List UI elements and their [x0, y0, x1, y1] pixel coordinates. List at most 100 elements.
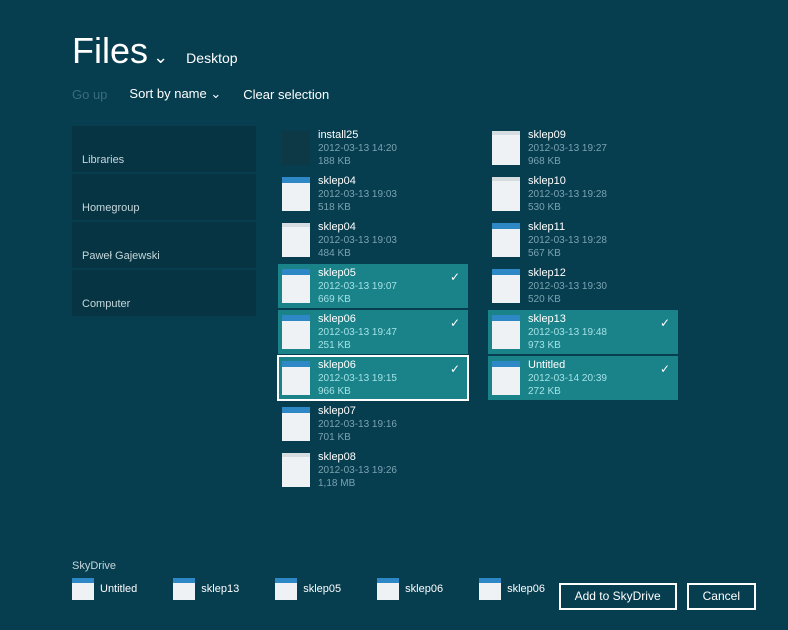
file-name: Untitled [100, 583, 137, 595]
footer: SkyDrive Untitled sklep13 sklep05 sklep06 sk… [0, 558, 788, 630]
header-title: Files [72, 30, 148, 71]
file-item[interactable]: install252012-03-13 14:20188 KB✓ [278, 126, 468, 170]
file-date: 2012-03-13 14:20 [318, 142, 397, 155]
file-name: sklep06 [507, 583, 545, 595]
check-icon: ✓ [450, 316, 460, 330]
footer-selected-item[interactable]: sklep06 [479, 578, 545, 600]
file-info: sklep052012-03-13 19:07669 KB [318, 266, 397, 306]
file-thumbnail [282, 315, 310, 349]
file-info: sklep062012-03-13 19:15966 KB [318, 358, 397, 398]
chevron-down-icon: ⌄ [153, 47, 168, 67]
file-name: Untitled [528, 358, 607, 372]
file-thumbnail [173, 578, 195, 600]
file-size: 968 KB [528, 155, 607, 168]
file-name: sklep11 [528, 220, 607, 234]
file-name: sklep13 [528, 312, 607, 326]
sort-label: Sort by name [129, 86, 206, 101]
file-info: sklep132012-03-13 19:48973 KB [528, 312, 607, 352]
file-item[interactable]: sklep092012-03-13 19:27968 KB✓ [488, 126, 678, 170]
file-item[interactable]: sklep112012-03-13 19:28567 KB✓ [488, 218, 678, 262]
file-name: sklep06 [405, 583, 443, 595]
file-thumbnail [282, 177, 310, 211]
file-size: 966 KB [318, 385, 397, 398]
file-column-2: sklep092012-03-13 19:27968 KB✓sklep10201… [488, 126, 678, 492]
sidebar-item[interactable]: Paweł Gajewski [72, 222, 256, 268]
file-grid: install252012-03-13 14:20188 KB✓sklep042… [278, 126, 678, 492]
file-item[interactable]: sklep042012-03-13 19:03484 KB✓ [278, 218, 468, 262]
file-size: 518 KB [318, 201, 397, 214]
files-dropdown[interactable]: Files ⌄ [72, 30, 168, 72]
go-up-button[interactable]: Go up [72, 87, 107, 102]
chevron-down-icon: ⌄ [210, 86, 221, 101]
file-item[interactable]: sklep042012-03-13 19:03518 KB✓ [278, 172, 468, 216]
clear-selection-button[interactable]: Clear selection [243, 87, 329, 102]
file-item[interactable]: sklep072012-03-13 19:16701 KB✓ [278, 402, 468, 446]
footer-selected-item[interactable]: sklep05 [275, 578, 341, 600]
file-date: 2012-03-13 19:16 [318, 418, 397, 431]
sort-dropdown[interactable]: Sort by name ⌄ [129, 86, 221, 102]
file-item[interactable]: sklep062012-03-13 19:15966 KB ✓ [278, 356, 468, 400]
footer-selected-item[interactable]: Untitled [72, 578, 137, 600]
file-date: 2012-03-13 19:03 [318, 188, 397, 201]
file-item[interactable]: Untitled2012-03-14 20:39272 KB✓ [488, 356, 678, 400]
file-size: 251 KB [318, 339, 397, 352]
add-to-skydrive-button[interactable]: Add to SkyDrive [559, 583, 677, 610]
file-thumbnail [492, 131, 520, 165]
file-size: 188 KB [318, 155, 397, 168]
file-info: sklep082012-03-13 19:261,18 MB [318, 450, 397, 490]
file-item[interactable]: sklep122012-03-13 19:30520 KB✓ [488, 264, 678, 308]
file-name: sklep04 [318, 174, 397, 188]
sidebar-item[interactable]: Computer [72, 270, 256, 316]
sidebar-item-label: Libraries [82, 154, 124, 166]
file-thumbnail [282, 453, 310, 487]
file-info: sklep042012-03-13 19:03484 KB [318, 220, 397, 260]
file-thumbnail [492, 223, 520, 257]
file-info: sklep072012-03-13 19:16701 KB [318, 404, 397, 444]
file-info: sklep102012-03-13 19:28530 KB [528, 174, 607, 214]
file-thumbnail [479, 578, 501, 600]
file-item[interactable]: sklep132012-03-13 19:48973 KB ✓ [488, 310, 678, 354]
file-name: sklep10 [528, 174, 607, 188]
file-column-1: install252012-03-13 14:20188 KB✓sklep042… [278, 126, 468, 492]
file-thumbnail [72, 578, 94, 600]
file-date: 2012-03-14 20:39 [528, 372, 607, 385]
file-date: 2012-03-13 19:28 [528, 234, 607, 247]
file-size: 701 KB [318, 431, 397, 444]
file-info: sklep042012-03-13 19:03518 KB [318, 174, 397, 214]
file-info: sklep112012-03-13 19:28567 KB [528, 220, 607, 260]
file-thumbnail [275, 578, 297, 600]
header-location: Desktop [186, 50, 237, 66]
file-name: install25 [318, 128, 397, 142]
file-thumbnail [282, 131, 310, 165]
cancel-button[interactable]: Cancel [687, 583, 756, 610]
file-date: 2012-03-13 19:07 [318, 280, 397, 293]
file-thumbnail [377, 578, 399, 600]
footer-selected-item[interactable]: sklep13 [173, 578, 239, 600]
file-thumbnail [492, 315, 520, 349]
check-icon: ✓ [450, 270, 460, 284]
file-date: 2012-03-13 19:15 [318, 372, 397, 385]
file-size: 530 KB [528, 201, 607, 214]
footer-selected-item[interactable]: sklep06 [377, 578, 443, 600]
file-item[interactable]: sklep052012-03-13 19:07669 KB ✓ [278, 264, 468, 308]
file-size: 520 KB [528, 293, 607, 306]
check-icon: ✓ [660, 316, 670, 330]
file-info: sklep092012-03-13 19:27968 KB [528, 128, 607, 168]
check-icon: ✓ [450, 362, 460, 376]
footer-label: SkyDrive [72, 558, 788, 572]
file-date: 2012-03-13 19:47 [318, 326, 397, 339]
sidebar-item[interactable]: Libraries [72, 126, 256, 172]
file-item[interactable]: sklep082012-03-13 19:261,18 MB✓ [278, 448, 468, 492]
file-item[interactable]: sklep102012-03-13 19:28530 KB✓ [488, 172, 678, 216]
file-date: 2012-03-13 19:27 [528, 142, 607, 155]
file-date: 2012-03-13 19:26 [318, 464, 397, 477]
file-thumbnail [492, 177, 520, 211]
sidebar-item[interactable]: Homegroup [72, 174, 256, 220]
sidebar-item-label: Computer [82, 298, 130, 310]
file-info: sklep062012-03-13 19:47251 KB [318, 312, 397, 352]
file-name: sklep04 [318, 220, 397, 234]
file-name: sklep13 [201, 583, 239, 595]
file-thumbnail [492, 269, 520, 303]
file-item[interactable]: sklep062012-03-13 19:47251 KB ✓ [278, 310, 468, 354]
file-date: 2012-03-13 19:03 [318, 234, 397, 247]
